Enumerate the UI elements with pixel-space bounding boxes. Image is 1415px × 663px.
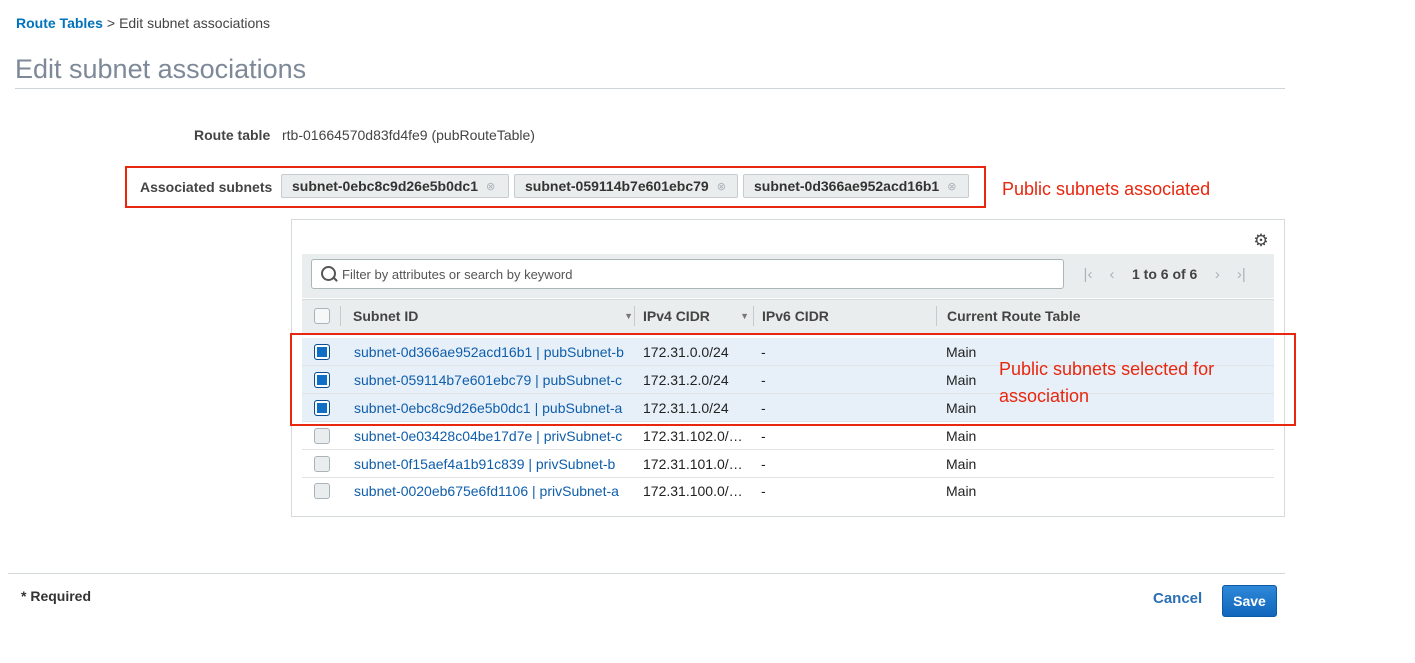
row-checkbox[interactable] [314,456,330,472]
cancel-button[interactable]: Cancel [1153,590,1202,607]
column-header-label: IPv6 CIDR [762,308,829,324]
column-header-subnet-id[interactable]: Subnet ID ▼ [353,299,633,333]
route-table-cell: Main [946,483,977,499]
subnet-id-link[interactable]: subnet-0020eb675e6fd1106 | privSubnet-a [354,477,626,505]
row-checkbox[interactable] [314,483,330,499]
route-table-value: rtb-01664570d83fd4fe9 (pubRouteTable) [282,127,535,143]
table-row[interactable]: subnet-0020eb675e6fd1106 | privSubnet-a … [302,477,1274,505]
remove-token-icon[interactable]: ⊗ [486,180,495,193]
ipv6-cidr-cell: - [761,428,766,444]
subnet-token-label: subnet-0ebc8c9d26e5b0dc1 [292,178,478,194]
title-divider [15,88,1285,89]
pagination: |‹ ‹ 1 to 6 of 6 › ›| [1076,264,1253,284]
sort-down-icon: ▼ [624,311,633,321]
first-page-icon[interactable]: |‹ [1076,266,1100,283]
column-header-label: IPv4 CIDR [643,308,710,324]
column-header-label: Current Route Table [947,308,1081,324]
required-note: * Required [21,588,92,604]
sort-down-icon: ▼ [740,311,749,321]
search-box [311,259,1064,289]
remove-token-icon[interactable]: ⊗ [947,180,956,193]
column-divider [340,306,341,326]
subnet-id-link[interactable]: subnet-0e03428c04be17d7e | privSubnet-c [354,422,626,450]
pagination-text: 1 to 6 of 6 [1132,266,1198,282]
remove-token-icon[interactable]: ⊗ [717,180,726,193]
route-table-label: Route table [194,127,271,143]
subnet-token: subnet-0d366ae952acd16b1 ⊗ [743,174,969,198]
ipv4-cidr-cell: 172.31.102.0/24 [643,428,743,444]
next-page-icon[interactable]: › [1205,266,1229,283]
search-input[interactable] [340,265,1040,283]
page-title: Edit subnet associations [15,54,307,84]
gear-icon[interactable]: ⚙ [1252,232,1270,250]
breadcrumb: Route Tables > Edit subnet associations [16,15,270,31]
select-all-checkbox[interactable] [314,308,330,324]
column-header-label: Subnet ID [353,308,419,324]
subnet-id-link[interactable]: subnet-0f15aef4a1b91c839 | privSubnet-b [354,450,626,478]
route-table-cell: Main [946,456,977,472]
annotation-associated: Public subnets associated [1002,179,1211,199]
ipv6-cidr-cell: - [761,483,766,499]
row-checkbox[interactable] [314,428,330,444]
ipv4-cidr-cell: 172.31.101.0/24 [643,456,743,472]
annotation-selected: Public subnets selected for association [999,356,1269,410]
breadcrumb-route-tables-link[interactable]: Route Tables [16,15,103,31]
prev-page-icon[interactable]: ‹ [1100,266,1124,283]
annotation-selected-line: association [999,386,1090,406]
subnet-token: subnet-059114b7e601ebc79 ⊗ [514,174,738,198]
route-table-cell: Main [946,428,977,444]
associated-subnets-label: Associated subnets [140,179,273,195]
column-divider [753,306,754,326]
save-button[interactable]: Save [1222,585,1277,617]
table-row[interactable]: subnet-0e03428c04be17d7e | privSubnet-c … [302,422,1274,450]
subnet-token-label: subnet-0d366ae952acd16b1 [754,178,940,194]
annotation-selected-line: Public subnets selected for [999,359,1215,379]
last-page-icon[interactable]: ›| [1229,266,1253,283]
subnet-token-label: subnet-059114b7e601ebc79 [525,178,709,194]
column-divider [936,306,937,326]
breadcrumb-current: Edit subnet associations [119,15,271,31]
ipv4-cidr-cell: 172.31.100.0/24 [643,483,743,499]
footer-divider [8,573,1285,574]
table-row[interactable]: subnet-0f15aef4a1b91c839 | privSubnet-b … [302,450,1274,478]
column-header-ipv6-cidr[interactable]: IPv6 CIDR [762,299,829,333]
column-divider [634,306,635,326]
search-icon [318,263,340,285]
breadcrumb-separator: > [106,15,116,31]
column-header-ipv4-cidr[interactable]: IPv4 CIDR ▼ [643,299,749,333]
column-header-current-route-table[interactable]: Current Route Table [947,299,1081,333]
subnet-token: subnet-0ebc8c9d26e5b0dc1 ⊗ [281,174,509,198]
ipv6-cidr-cell: - [761,456,766,472]
